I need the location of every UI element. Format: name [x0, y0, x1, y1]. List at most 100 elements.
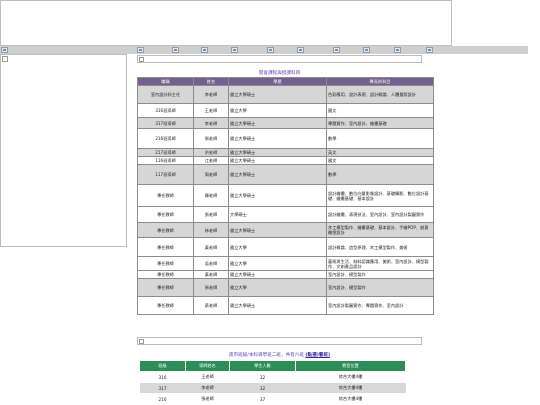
broken-image-icon[interactable]	[137, 47, 144, 53]
staff-specialty: 專題實作、室內設計、繪畫基礎	[326, 117, 434, 129]
column-header: 教室位置	[295, 360, 406, 372]
column-header: 學生人數	[229, 360, 296, 372]
broken-image-icon[interactable]	[426, 47, 433, 53]
broken-image-icon	[2, 56, 8, 62]
table-row: 專任教師 吳老師 國立大學 藝術與生活、材料認識應用、美術、室內設計、模型製作、…	[137, 256, 434, 271]
staff-name: 張老師	[193, 278, 229, 297]
staff-name: 林老師	[193, 222, 229, 238]
staff-name: 江老師	[193, 156, 229, 165]
content-bottom-image	[137, 337, 422, 345]
broken-image-icon[interactable]	[201, 47, 208, 53]
table-row: 專任教師 黃老師 國立大學碩士 室內設計、模型製作	[137, 270, 434, 279]
staff-title: 專任教師	[137, 237, 194, 257]
classes-title-text: 夜市班級/本科導學班二班，共有六班	[228, 353, 304, 358]
broken-image-icon[interactable]	[394, 47, 401, 53]
staff-title: 專任教師	[137, 278, 194, 297]
staff-specialty: 藝術與生活、材料認識應用、美術、室內設計、模型製作、文創產品設計	[326, 256, 434, 271]
view-classes-link[interactable]: (點選)看班)	[305, 353, 330, 358]
class-teacher: 王老師	[185, 371, 230, 383]
staff-title: 116班導師	[137, 156, 194, 165]
table-row: 室內設計科主任 李老師 國立大學碩士 色彩應用、設計表現、設計概論、人體量版設計	[137, 85, 434, 104]
broken-image-icon	[139, 339, 144, 344]
side-image-panel	[0, 54, 127, 247]
staff-education: 國立大學	[228, 256, 327, 271]
staff-education: 國立大學碩士	[228, 164, 327, 185]
classroom-location: 綜合大樓4樓	[295, 371, 406, 383]
class-number: 216	[139, 393, 186, 405]
staff-table-header: 職稱 姓名 學歷 專長與科目	[137, 77, 434, 86]
student-count: 32	[229, 371, 296, 383]
staff-title: 216班導師	[137, 128, 194, 149]
broken-image-icon[interactable]	[267, 47, 274, 53]
column-header: 班級	[139, 360, 186, 372]
content-top-image	[137, 55, 422, 63]
staff-education: 大學碩士	[228, 206, 327, 223]
staff-title: 217班導師	[137, 148, 194, 157]
staff-specialty: 室內設計、模型製作	[326, 278, 434, 297]
table-row: 317 李老師 32 綜合大樓4樓	[139, 382, 406, 394]
column-header: 學歷	[228, 77, 327, 86]
broken-image-icon	[139, 57, 144, 62]
staff-education: 國立大學碩士	[228, 222, 327, 238]
staff-name: 吳老師	[193, 256, 229, 271]
broken-image-icon[interactable]	[1, 47, 8, 53]
staff-title: 室內設計科主任	[137, 85, 194, 104]
staff-title: 專任教師	[137, 270, 194, 279]
staff-specialty: 設計繪畫、數位向量影像設計、基礎攝影、數位設計基礎、繪畫基礎、基本設計	[326, 184, 434, 207]
table-row: 316班導師 王老師 國立大學 國文	[137, 103, 434, 118]
staff-education: 國立大學碩士	[228, 270, 327, 279]
staff-specialty: 色彩應用、設計表現、設計概論、人體量版設計	[326, 85, 434, 104]
table-row: 317班導師 李老師 國立大學碩士 專題實作、室內設計、繪畫基礎	[137, 117, 434, 129]
table-row: 專任教師 張老師 國立大學 室內設計、模型製作	[137, 278, 434, 297]
student-count: 32	[229, 382, 296, 394]
classes-title: 夜市班級/本科導學班二班，共有六班 (點選)看班)	[137, 352, 422, 358]
broken-image-icon[interactable]	[297, 47, 304, 53]
staff-specialty: 數學	[326, 164, 434, 185]
staff-name: 陳老師	[193, 184, 229, 207]
staff-name: 張老師	[193, 206, 229, 223]
staff-title: 117班導師	[137, 164, 194, 185]
table-row: 316 王老師 32 綜合大樓4樓	[139, 371, 406, 383]
broken-image-icon[interactable]	[363, 47, 370, 53]
student-count: 37	[229, 393, 296, 405]
staff-specialty: 國文	[326, 103, 434, 118]
table-row: 216班導師 張老師 國立大學碩士 數學	[137, 128, 434, 149]
staff-education: 國立大學碩士	[228, 156, 327, 165]
nav-image-bar	[0, 46, 528, 54]
staff-specialty: 英文	[326, 148, 434, 157]
staff-title: 317班導師	[137, 117, 194, 129]
column-header: 職稱	[137, 77, 194, 86]
class-teacher: 張老師	[185, 393, 230, 405]
staff-name: 王老師	[193, 103, 229, 118]
staff-name: 張老師	[193, 128, 229, 149]
staff-education: 國立大學碩士	[228, 296, 327, 315]
staff-name: 黃老師	[193, 270, 229, 279]
broken-image-icon[interactable]	[231, 47, 238, 53]
classes-table-header: 班級 導師姓名 學生人數 教室位置	[139, 360, 406, 372]
broken-image-icon[interactable]	[333, 47, 340, 53]
staff-education: 國立大學	[228, 278, 327, 297]
staff-education: 國立大學碩士	[228, 128, 327, 149]
staff-table: 職稱 姓名 學歷 專長與科目 室內設計科主任 李老師 國立大學碩士 色彩應用、設…	[137, 77, 434, 315]
classroom-location: 綜合大樓4樓	[295, 382, 406, 394]
staff-specialty: 木工模型製作、繪畫基礎、基本設計、手繪POP、創意雕塑設計	[326, 222, 434, 238]
broken-image-icon[interactable]	[172, 47, 179, 53]
staff-name: 洪老師	[193, 148, 229, 157]
staff-title: 專任教師	[137, 256, 194, 271]
classes-table: 班級 導師姓名 學生人數 教室位置 316 王老師 32 綜合大樓4樓 317 …	[139, 360, 406, 405]
staff-specialty: 室內設計製圖實作、專題實作、室內設計	[326, 296, 434, 315]
table-row: 專任教師 林老師 國立大學碩士 木工模型製作、繪畫基礎、基本設計、手繪POP、創…	[137, 222, 434, 238]
staff-title: 專任教師	[137, 222, 194, 238]
staff-name: 黃老師	[193, 237, 229, 257]
staff-specialty: 設計概論、造型原理、木工模型製作、美術	[326, 237, 434, 257]
column-header: 專長與科目	[326, 77, 434, 86]
table-row: 專任教師 陳老師 國立大學碩士 設計繪畫、數位向量影像設計、基礎攝影、數位設計基…	[137, 184, 434, 207]
table-row: 專任教師 張老師 大學碩士 設計繪畫、表現技法、室內設計、室內設計製圖實作	[137, 206, 434, 223]
staff-education: 國立大學	[228, 103, 327, 118]
column-header: 姓名	[193, 77, 229, 86]
table-row: 116班導師 江老師 國立大學碩士 國文	[137, 156, 434, 165]
column-header: 導師姓名	[185, 360, 230, 372]
staff-education: 國立大學碩士	[228, 184, 327, 207]
table-row: 專任教師 蔡老師 國立大學碩士 室內設計製圖實作、專題實作、室內設計	[137, 296, 434, 315]
staff-name: 蔡老師	[193, 296, 229, 315]
